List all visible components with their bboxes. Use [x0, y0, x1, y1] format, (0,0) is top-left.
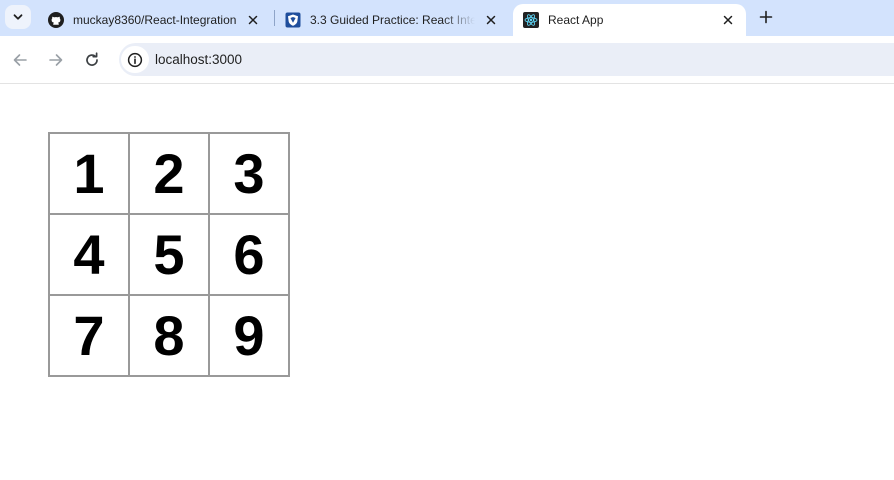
grid-cell: 8 — [128, 294, 210, 377]
grid-cell: 7 — [48, 294, 130, 377]
number-grid: 1 2 3 4 5 6 7 8 9 — [48, 132, 290, 377]
tab-strip: muckay8360/React-Integration 3.3 Guided … — [0, 0, 894, 36]
tab-react-app[interactable]: React App — [513, 4, 746, 36]
tab-github[interactable]: muckay8360/React-Integration — [38, 4, 271, 36]
close-icon[interactable] — [245, 12, 261, 28]
tab-title: 3.3 Guided Practice: React Integ — [310, 13, 475, 27]
tab-title: muckay8360/React-Integration — [73, 13, 237, 27]
new-tab-button[interactable] — [755, 6, 777, 28]
shield-icon — [285, 12, 301, 28]
grid-cell: 6 — [208, 213, 290, 296]
react-icon — [523, 12, 539, 28]
close-icon[interactable] — [483, 12, 499, 28]
tab-search-button[interactable] — [5, 5, 31, 29]
grid-cell: 1 — [48, 132, 130, 215]
tab-guided-practice[interactable]: 3.3 Guided Practice: React Integ — [275, 4, 509, 36]
site-info-button[interactable] — [121, 46, 149, 73]
address-bar[interactable]: localhost:3000 — [119, 43, 894, 76]
grid-row: 4 5 6 — [48, 213, 290, 296]
close-icon[interactable] — [720, 12, 736, 28]
reload-icon — [86, 52, 98, 66]
grid-row: 7 8 9 — [48, 294, 290, 377]
grid-cell: 9 — [208, 294, 290, 377]
url-text[interactable]: localhost:3000 — [155, 52, 242, 67]
back-button[interactable] — [8, 48, 32, 72]
chevron-down-icon — [13, 14, 23, 20]
grid-cell: 3 — [208, 132, 290, 215]
forward-button[interactable] — [44, 48, 68, 72]
info-icon — [127, 52, 143, 67]
browser-toolbar: localhost:3000 — [0, 36, 894, 84]
grid-cell: 4 — [48, 213, 130, 296]
grid-row: 1 2 3 — [48, 132, 290, 215]
grid-cell: 5 — [128, 213, 210, 296]
github-icon — [48, 12, 64, 28]
grid-cell: 2 — [128, 132, 210, 215]
tab-title: React App — [548, 13, 604, 27]
plus-icon — [759, 10, 773, 24]
reload-button[interactable] — [80, 48, 104, 72]
arrow-right-icon — [49, 54, 63, 66]
arrow-left-icon — [13, 54, 27, 66]
